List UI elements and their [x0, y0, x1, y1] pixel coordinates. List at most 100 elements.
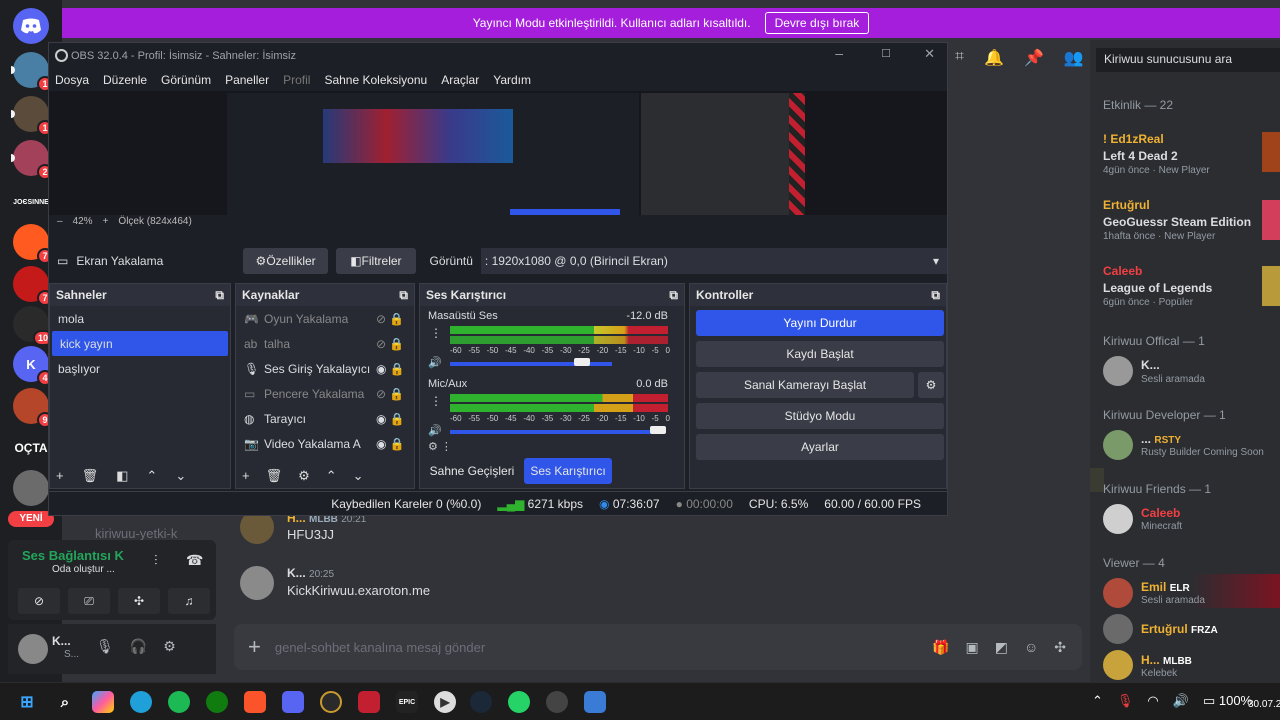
spotify-icon[interactable] — [168, 691, 190, 713]
undock-icon[interactable]: ⧉ — [669, 288, 678, 303]
gift-icon[interactable]: 🎁 — [932, 639, 949, 656]
menu-help[interactable]: Yardım — [493, 73, 531, 87]
scene-item[interactable]: başlıyor — [50, 356, 230, 381]
media-player-icon[interactable]: ▶ — [434, 691, 456, 713]
obs-icon[interactable] — [320, 691, 342, 713]
server-icon[interactable]: ЈОЄSІNNE — [13, 184, 49, 220]
volume-slider[interactable] — [450, 430, 660, 434]
member-name[interactable]: ... RSTY — [1141, 432, 1181, 446]
avatar[interactable] — [18, 634, 48, 664]
battery-icon[interactable]: ▭ 100% — [1203, 693, 1252, 709]
app-icon[interactable] — [358, 691, 380, 713]
add-icon[interactable]: + — [242, 468, 250, 484]
scene-item-selected[interactable]: kick yayın — [52, 331, 228, 356]
filter-icon[interactable]: ◧ — [116, 468, 128, 484]
server-icon[interactable]: 7 — [13, 266, 53, 306]
menu-edit[interactable]: Düzenle — [103, 73, 147, 87]
gear-icon[interactable]: ⚙ — [918, 372, 944, 398]
headphone-icon[interactable]: 🎧 — [130, 638, 147, 655]
camera-off-icon[interactable]: ⊘ — [18, 588, 60, 614]
tab-audio-mixer[interactable]: Ses Karıştırıcı — [524, 458, 612, 484]
app-icon[interactable] — [584, 691, 606, 713]
avatar[interactable] — [1103, 578, 1133, 608]
pin-icon[interactable]: 📌 — [1024, 48, 1044, 68]
speaker-icon[interactable]: 🔊 — [428, 424, 442, 437]
start-virtual-camera-button[interactable]: Sanal Kamerayı Başlat — [696, 372, 914, 398]
source-item[interactable]: ▭ Pencere Yakalama ⊘ 🔒 — [236, 381, 414, 406]
menu-file[interactable]: Dosya — [55, 73, 89, 87]
volume-slider-handle[interactable] — [574, 358, 590, 366]
screen-share-icon[interactable]: ⎚ — [68, 588, 110, 614]
discord-icon[interactable] — [282, 691, 304, 713]
avatar[interactable] — [1103, 356, 1133, 386]
member-name[interactable]: Ertuğrul FRZA — [1141, 622, 1218, 636]
copilot-icon[interactable] — [92, 691, 114, 713]
menu-profile[interactable]: Profil — [283, 73, 310, 87]
wifi-icon[interactable]: ◠ — [1147, 693, 1158, 709]
add-icon[interactable]: + — [56, 468, 64, 484]
discord-home-icon[interactable] — [13, 8, 49, 44]
member-name[interactable]: K... — [1141, 358, 1160, 372]
minimize-icon[interactable]: – — [835, 45, 843, 61]
mic-icon[interactable]: 🎙 — [1117, 693, 1134, 709]
member-name[interactable]: Caleeb — [1103, 264, 1142, 278]
source-item[interactable]: 🎙 Ses Giriş Yakalayıcı ◉ 🔒 — [236, 356, 414, 381]
channel-peek[interactable]: kiriwuu-yetki-k — [95, 526, 177, 541]
up-icon[interactable]: ⌃ — [326, 468, 337, 484]
chevron-up-icon[interactable]: ⌃ — [1092, 693, 1103, 709]
threads-icon[interactable]: ⌗ — [955, 48, 964, 68]
kebab-icon[interactable]: ⋮ — [430, 394, 442, 408]
clock-date[interactable]: 30.07.2 — [1248, 699, 1280, 710]
member-name[interactable]: Emil ELR — [1141, 580, 1190, 594]
app-icon[interactable] — [546, 691, 568, 713]
avatar[interactable] — [1103, 430, 1133, 460]
noise-icon[interactable]: ⫶ — [154, 552, 158, 569]
server-icon[interactable]: 7 — [13, 224, 53, 264]
members-icon[interactable]: 👥 — [1064, 48, 1084, 68]
activity-icon[interactable]: ✣ — [118, 588, 160, 614]
apps-icon[interactable]: ✣ — [1054, 639, 1066, 656]
sticker-icon[interactable]: ◩ — [995, 639, 1008, 656]
brave-icon[interactable] — [244, 691, 266, 713]
undock-icon[interactable]: ⧉ — [399, 288, 408, 303]
search-icon[interactable]: ⌕ — [54, 691, 76, 713]
soundboard-icon[interactable]: ♫ — [168, 588, 210, 614]
gear-icon[interactable]: ⚙ — [163, 638, 176, 655]
close-icon[interactable]: ✕ — [924, 46, 935, 62]
server-icon[interactable]: 9 — [13, 388, 53, 428]
gear-icon[interactable]: ⚙ ⋮ — [428, 440, 452, 453]
avatar[interactable] — [1103, 504, 1133, 534]
undock-icon[interactable]: ⧉ — [215, 288, 224, 303]
menu-view[interactable]: Görünüm — [161, 73, 211, 87]
preview-canvas[interactable]: –42% + Ölçek (824x464) — [49, 91, 947, 227]
server-icon[interactable]: 1 — [11, 96, 53, 136]
volume-slider-handle[interactable] — [650, 426, 666, 434]
server-icon[interactable]: OÇTA — [13, 430, 49, 466]
avatar[interactable] — [240, 566, 274, 600]
zoom-in-icon[interactable]: + — [103, 216, 109, 227]
voice-title[interactable]: Ses Bağlantısı K — [22, 548, 124, 563]
scene-item[interactable]: mola — [50, 306, 230, 331]
properties-button[interactable]: ⚙ Özellikler — [242, 248, 329, 274]
xbox-icon[interactable] — [206, 691, 228, 713]
avatar[interactable] — [1103, 650, 1133, 680]
server-icon[interactable]: 2 — [11, 140, 53, 180]
display-select[interactable]: : 1920x1080 @ 0,0 (Birincil Ekran) ▾ — [480, 248, 947, 274]
epic-games-icon[interactable]: EPIC — [396, 691, 418, 713]
edge-icon[interactable] — [130, 691, 152, 713]
member-name[interactable]: Ertuğrul — [1103, 198, 1150, 212]
zoom-out-icon[interactable]: – — [57, 216, 63, 227]
tab-scene-transitions[interactable]: Sahne Geçişleri — [424, 458, 520, 484]
maximize-icon[interactable]: ☐ — [881, 47, 891, 60]
speaker-icon[interactable]: 🔊 — [428, 356, 442, 369]
source-item[interactable]: ab talha ⊘ 🔒 — [236, 331, 414, 356]
menu-tools[interactable]: Araçlar — [441, 73, 479, 87]
microphone-icon[interactable]: 🎙 — [96, 638, 114, 655]
server-icon[interactable] — [13, 470, 49, 506]
filters-button[interactable]: ◧ Filtreler — [336, 248, 416, 274]
bell-icon[interactable]: 🔔 — [984, 48, 1004, 68]
server-icon[interactable]: K4 — [13, 346, 53, 386]
up-icon[interactable]: ⌃ — [146, 468, 157, 484]
source-item[interactable]: 📷 Video Yakalama A ◉ 🔒 — [236, 431, 414, 456]
trash-icon[interactable]: 🗑 — [82, 468, 99, 484]
